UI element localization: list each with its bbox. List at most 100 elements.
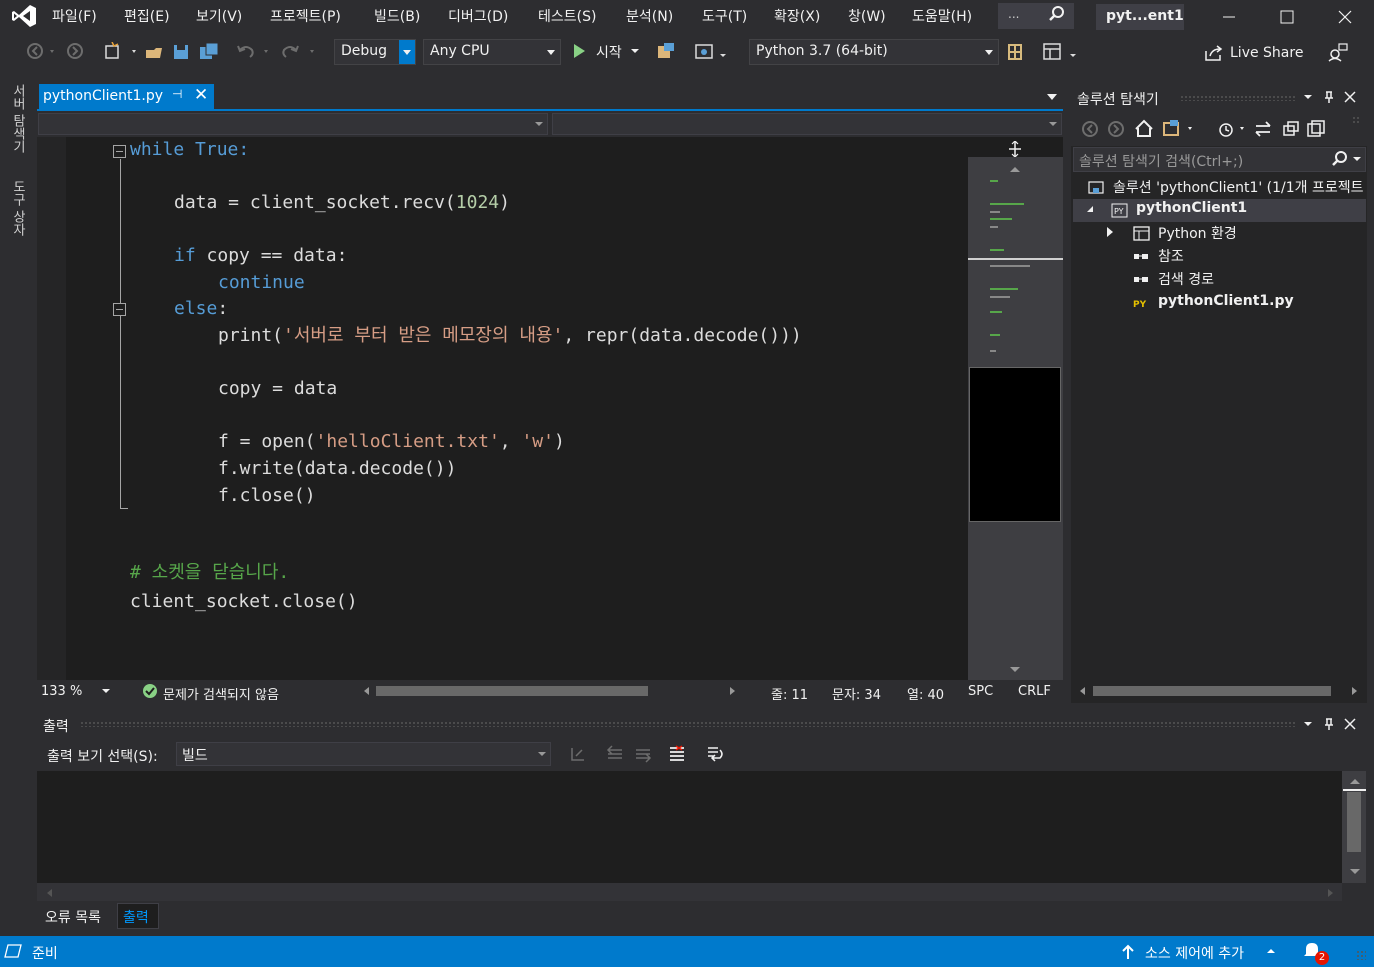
chevron-down-icon[interactable] [1303, 94, 1313, 100]
line-ending[interactable]: CRLF [1018, 684, 1051, 699]
code-line[interactable]: f = open('helloClient.txt', 'w') [218, 429, 565, 455]
start-play-icon[interactable] [574, 44, 585, 58]
output-text-area[interactable] [37, 771, 1342, 883]
tree-item[interactable]: pythonClient1 [1136, 200, 1247, 216]
drag-grip[interactable] [80, 721, 1295, 727]
code-line[interactable]: if copy == data: [174, 243, 347, 269]
tree-item[interactable]: 참조 [1158, 246, 1184, 266]
undo-redo-icon[interactable] [236, 42, 326, 60]
pin-icon[interactable]: ⊣ [172, 87, 182, 101]
chevron-down-icon[interactable] [1303, 721, 1313, 727]
solution-hscroll-thumb[interactable] [1093, 686, 1331, 696]
issues-status[interactable]: 문제가 검색되지 않음 [163, 684, 279, 703]
server-explorer-tab[interactable]: 서버 탐색기 [8, 84, 27, 153]
tab-close-icon[interactable]: ✕ [194, 85, 208, 105]
overflow-icon[interactable] [1352, 116, 1360, 124]
menu-item-11[interactable]: 도움말(H) [912, 6, 972, 26]
menu-item-5[interactable]: 디버그(D) [448, 6, 508, 26]
scroll-down-icon[interactable] [1349, 868, 1361, 876]
scroll-left-icon[interactable] [1078, 686, 1086, 696]
tree-item[interactable]: 솔루션 'pythonClient1' (1/1개 프로젝트 [1113, 177, 1364, 197]
zoom-level[interactable]: 133 % [41, 684, 82, 699]
toolbox-tab[interactable]: 도구 상자 [8, 180, 27, 236]
pin-icon[interactable] [1322, 717, 1336, 731]
close-icon[interactable] [1344, 91, 1356, 103]
solution-platform-dropdown[interactable]: Any CPU [423, 39, 561, 65]
add-to-source-control-button[interactable]: 소스 제어에 추가 [1145, 943, 1244, 963]
whitespace-mode[interactable]: SPC [968, 684, 993, 699]
tree-item[interactable]: 검색 경로 [1158, 269, 1214, 289]
start-dropdown-icon[interactable] [630, 48, 640, 54]
types-dropdown[interactable] [38, 113, 548, 135]
python-environment-dropdown[interactable]: Python 3.7 (64-bit) [749, 39, 999, 65]
layout-tools-icon[interactable] [1006, 42, 1082, 62]
search-icon[interactable] [1048, 5, 1066, 23]
scroll-down-icon[interactable] [1009, 666, 1021, 674]
chevron-down-icon[interactable] [399, 40, 415, 64]
tree-item[interactable]: Python 환경 [1158, 223, 1237, 243]
solution-toolbar-icons[interactable] [1080, 119, 1340, 139]
solution-configuration-dropdown[interactable]: Debug [334, 39, 416, 65]
live-share-icon[interactable] [1204, 44, 1224, 62]
menu-item-8[interactable]: 도구(T) [702, 6, 747, 26]
code-line[interactable]: copy = data [218, 376, 337, 402]
code-line[interactable]: f.write(data.decode()) [218, 456, 456, 482]
scroll-right-icon[interactable] [1327, 888, 1335, 898]
file-actions-icon[interactable] [104, 42, 224, 62]
expanded-arrow-icon[interactable] [1087, 206, 1093, 212]
menu-item-4[interactable]: 빌드(B) [374, 6, 420, 26]
tab-output[interactable]: 출력 [123, 907, 149, 927]
minimap-viewport[interactable] [969, 367, 1061, 522]
menu-item-3[interactable]: 프로젝트(P) [270, 6, 341, 26]
fold-collapse-icon[interactable] [113, 145, 126, 158]
tab-error-list[interactable]: 오류 목록 [45, 907, 101, 927]
menu-item-2[interactable]: 보기(V) [196, 6, 242, 26]
scroll-right-icon[interactable] [729, 686, 737, 696]
menu-item-7[interactable]: 분석(N) [626, 6, 673, 26]
fold-collapse-icon[interactable] [113, 303, 126, 316]
split-handle-icon[interactable] [1006, 141, 1024, 157]
tab-pythonclient1-py[interactable]: pythonClient1.py ⊣ ✕ [39, 84, 214, 109]
output-source-dropdown[interactable] [176, 742, 551, 766]
minimize-icon[interactable] [1206, 4, 1252, 30]
feedback-person-icon[interactable] [1328, 42, 1348, 62]
code-line[interactable]: data = client_socket.recv(1024) [174, 190, 510, 216]
menu-item-6[interactable]: 테스트(S) [538, 6, 596, 26]
collapsed-arrow-icon[interactable] [1107, 227, 1113, 237]
code-line[interactable]: continue [218, 270, 305, 296]
drag-grip[interactable] [1180, 95, 1295, 101]
output-vertical-scroll-thumb[interactable] [1347, 792, 1361, 852]
maximize-icon[interactable] [1264, 4, 1310, 30]
nav-back-forward-icon[interactable] [26, 42, 86, 60]
scroll-left-icon[interactable] [45, 888, 53, 898]
horizontal-scroll-thumb[interactable] [376, 686, 648, 696]
close-icon[interactable] [1322, 4, 1368, 30]
code-line[interactable]: f.close() [218, 483, 316, 509]
close-icon[interactable] [1344, 718, 1356, 730]
pin-icon[interactable] [1322, 90, 1336, 104]
output-toolbar-icons[interactable] [568, 744, 738, 764]
resize-grip[interactable] [1356, 950, 1366, 960]
visual-studio-logo-icon[interactable] [10, 4, 38, 28]
tree-item[interactable]: pythonClient1.py [1158, 293, 1294, 309]
members-dropdown[interactable] [552, 113, 1062, 135]
scroll-up-icon[interactable] [1009, 165, 1021, 173]
code-line[interactable]: client_socket.close() [130, 589, 358, 615]
code-line[interactable]: else: [174, 296, 228, 322]
menu-item-10[interactable]: 창(W) [848, 6, 886, 26]
code-line[interactable]: # 소켓을 닫습니다. [130, 560, 289, 586]
code-line[interactable]: print('서버로 부터 받은 메모장의 내용', repr(data.dec… [218, 323, 802, 349]
debug-tools-icon[interactable] [656, 42, 736, 62]
scroll-up-icon[interactable] [1349, 777, 1361, 785]
chevron-up-icon[interactable] [1266, 948, 1276, 954]
output-horizontal-scrollbar[interactable] [37, 883, 1342, 901]
menu-item-0[interactable]: 파일(F) [52, 6, 97, 26]
live-share-button[interactable]: Live Share [1230, 45, 1303, 61]
code-line[interactable]: while True: [130, 137, 249, 163]
search-icon[interactable] [1331, 150, 1363, 168]
menu-item-1[interactable]: 편집(E) [124, 6, 170, 26]
tab-overflow-icon[interactable] [1047, 94, 1057, 100]
menu-item-9[interactable]: 확장(X) [774, 6, 820, 26]
zoom-dropdown-icon[interactable] [101, 688, 111, 694]
scroll-left-icon[interactable] [362, 686, 370, 696]
